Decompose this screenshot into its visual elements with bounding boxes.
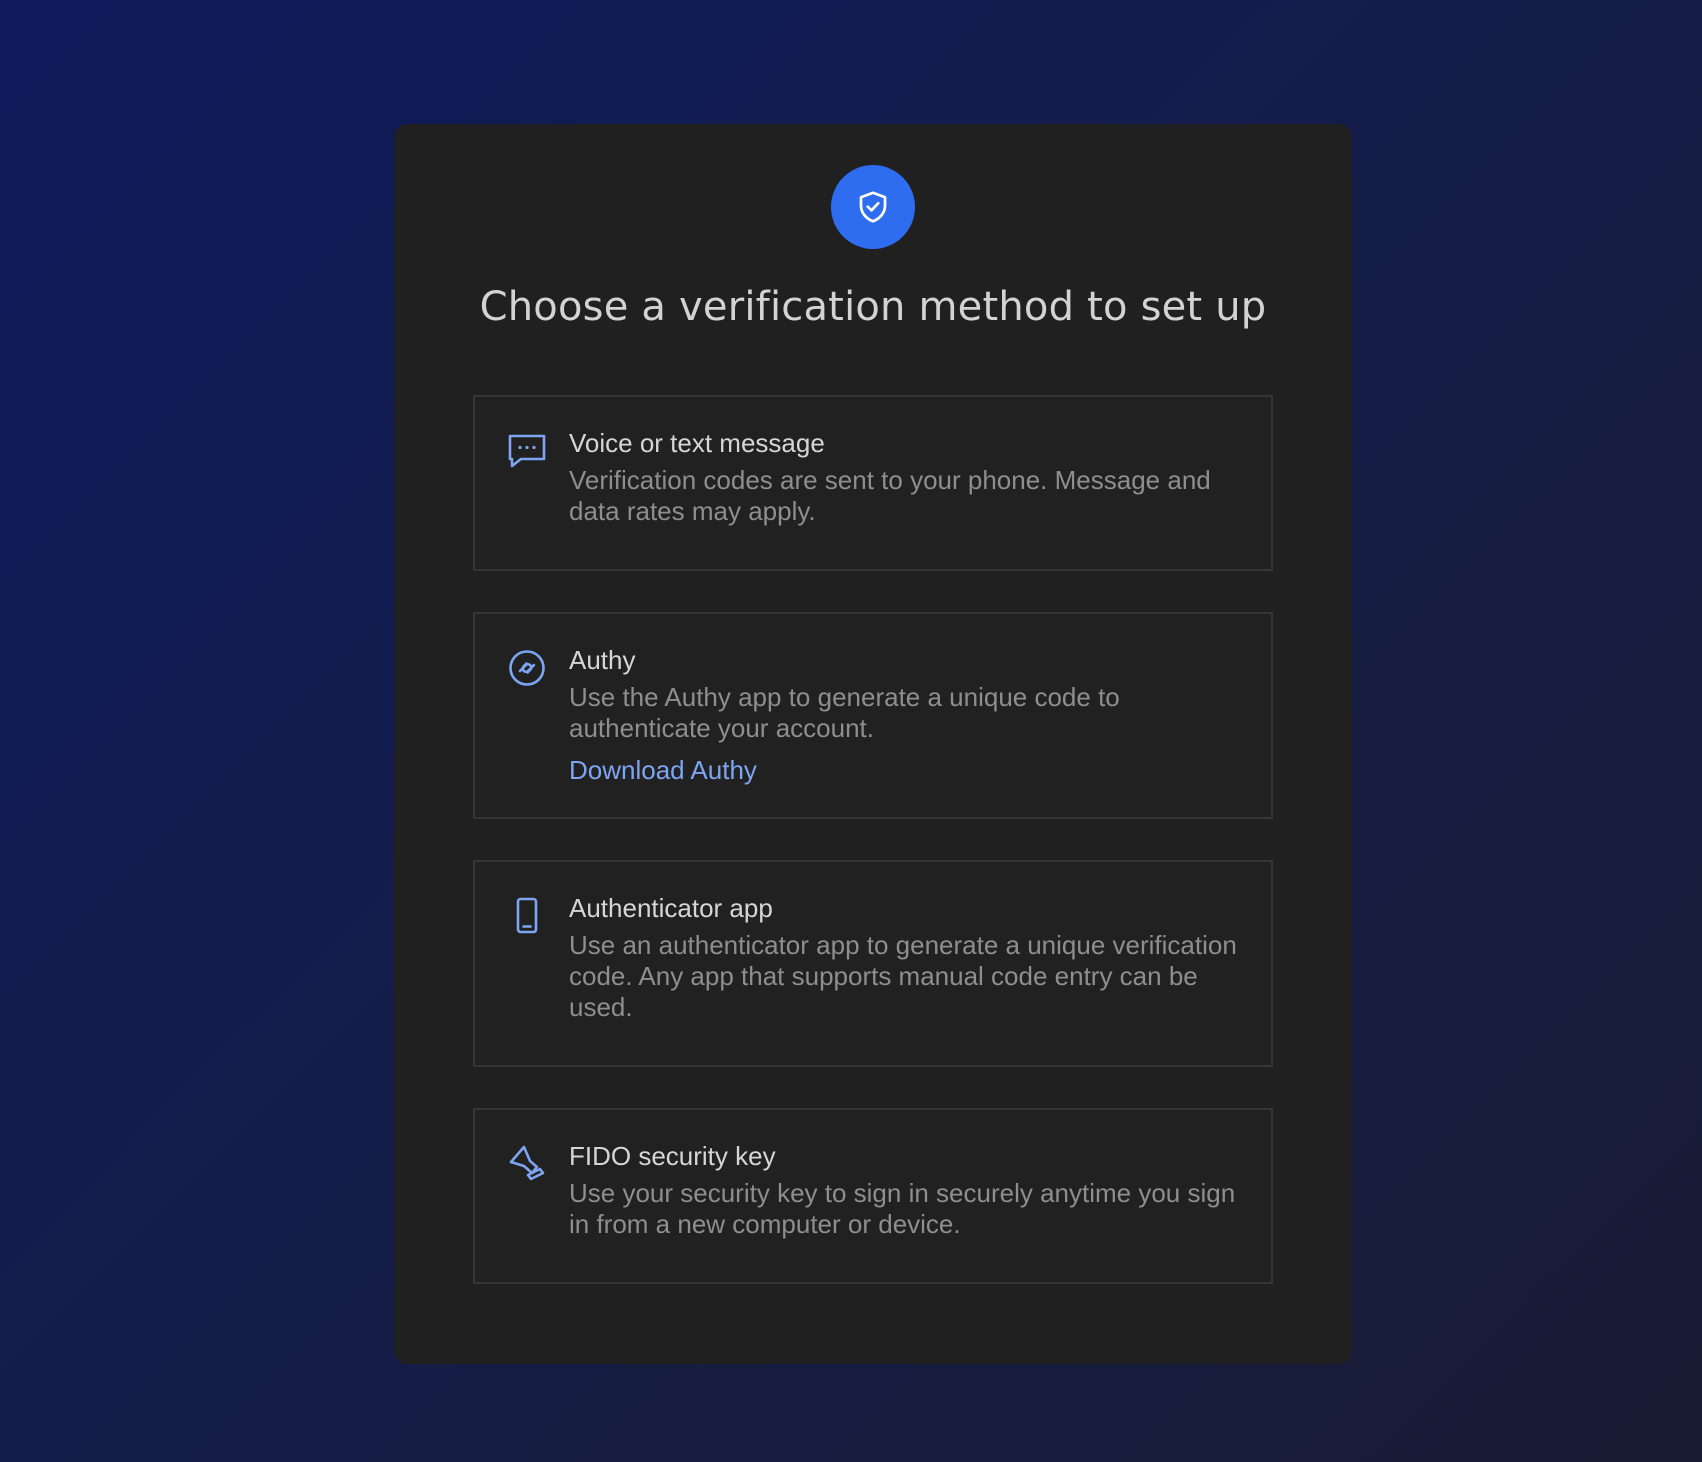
option-title: FIDO security key xyxy=(569,1141,776,1171)
option-fido-security-key[interactable]: FIDO security key Use your security key … xyxy=(473,1108,1273,1284)
option-authenticator-app[interactable]: Authenticator app Use an authenticator a… xyxy=(473,860,1273,1067)
option-description: Use your security key to sign in securel… xyxy=(569,1178,1236,1239)
option-description: Use an authenticator app to generate a u… xyxy=(569,930,1237,1022)
option-title: Voice or text message xyxy=(569,428,825,458)
option-voice-or-text[interactable]: Voice or text message Verification codes… xyxy=(473,395,1273,571)
page-title: Choose a verification method to set up xyxy=(479,284,1267,330)
option-description: Use the Authy app to generate a unique c… xyxy=(569,682,1120,743)
option-title: Authy xyxy=(569,645,636,675)
shield-check-icon xyxy=(831,165,915,249)
verification-card: Choose a verification method to set up V… xyxy=(394,124,1352,1364)
download-authy-link[interactable]: Download Authy xyxy=(569,754,757,786)
security-key-icon xyxy=(507,1144,547,1184)
phone-icon xyxy=(507,896,547,936)
authy-icon xyxy=(507,648,547,688)
option-description: Verification codes are sent to your phon… xyxy=(569,465,1211,526)
option-title: Authenticator app xyxy=(569,893,773,923)
option-authy[interactable]: Authy Use the Authy app to generate a un… xyxy=(473,612,1273,819)
chat-bubble-icon xyxy=(507,431,547,471)
